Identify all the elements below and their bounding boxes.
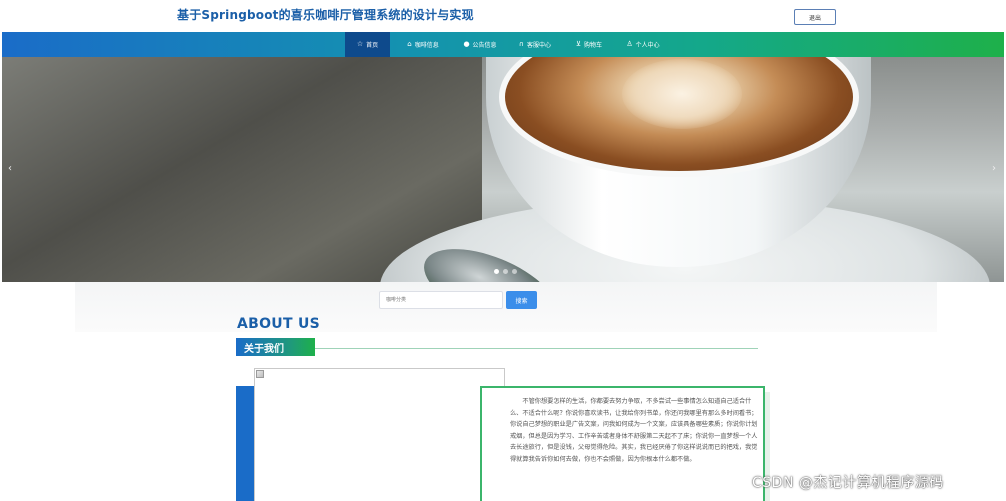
star-icon: ☆ [356,40,364,48]
nav-item-coffee-info[interactable]: ⌂ 咖啡信息 [397,32,449,57]
banner-latte-art [622,59,742,129]
info-icon: ● [463,40,470,48]
watermark: CSDN @杰记计算机程序源码 [752,475,944,491]
cart-icon: ⊻ [575,40,582,48]
nav-item-home[interactable]: ☆ 首页 [345,32,390,57]
about-accent-bar [236,386,255,501]
about-image-frame [254,368,505,501]
about-title-cn: 关于我们 [236,338,315,356]
bag-icon: ⌂ [407,40,412,48]
about-title-en: ABOUT US [237,316,321,332]
carousel-prev-icon[interactable]: ‹ [8,163,12,174]
carousel-dot[interactable] [512,269,517,274]
nav-item-customer-service[interactable]: ∩ 客服中心 [510,32,560,57]
broken-image-icon [256,370,264,378]
nav-item-cart[interactable]: ⊻ 购物车 [568,32,610,57]
nav-item-personal-center[interactable]: ♙ 个人中心 [617,32,669,57]
carousel-dot[interactable] [494,269,499,274]
nav-item-label: 咖啡信息 [414,42,439,49]
page: 基于Springboot的喜乐咖啡厅管理系统的设计与实现 退出 ☆ 首页 ⌂ 咖… [0,0,1006,501]
about-divider [315,348,758,349]
nav-item-label: 购物车 [584,42,603,49]
carousel-indicators [494,269,517,274]
search-input[interactable] [379,291,503,309]
carousel-next-icon[interactable]: › [992,163,996,174]
banner-carousel: ‹ › [2,57,1004,282]
search-button[interactable]: 搜索 [506,291,537,309]
nav-item-label: 公告信息 [472,42,497,49]
headset-icon: ∩ [518,40,525,48]
logout-button[interactable]: 退出 [794,9,836,25]
nav-item-announcements[interactable]: ● 公告信息 [455,32,505,57]
nav-item-label: 首页 [366,42,379,49]
about-text: 不管你想要怎样的生活，你都要去努力争取，不多尝试一些事情怎么知道自己适合什么、不… [510,398,758,463]
site-title: 基于Springboot的喜乐咖啡厅管理系统的设计与实现 [177,8,474,22]
main-navbar: ☆ 首页 ⌂ 咖啡信息 ● 公告信息 ∩ 客服中心 ⊻ 购物车 ♙ 个人中心 [2,32,1004,57]
carousel-dot[interactable] [503,269,508,274]
nav-item-label: 客服中心 [527,42,552,49]
nav-item-label: 个人中心 [635,42,660,49]
user-icon: ♙ [626,40,633,48]
